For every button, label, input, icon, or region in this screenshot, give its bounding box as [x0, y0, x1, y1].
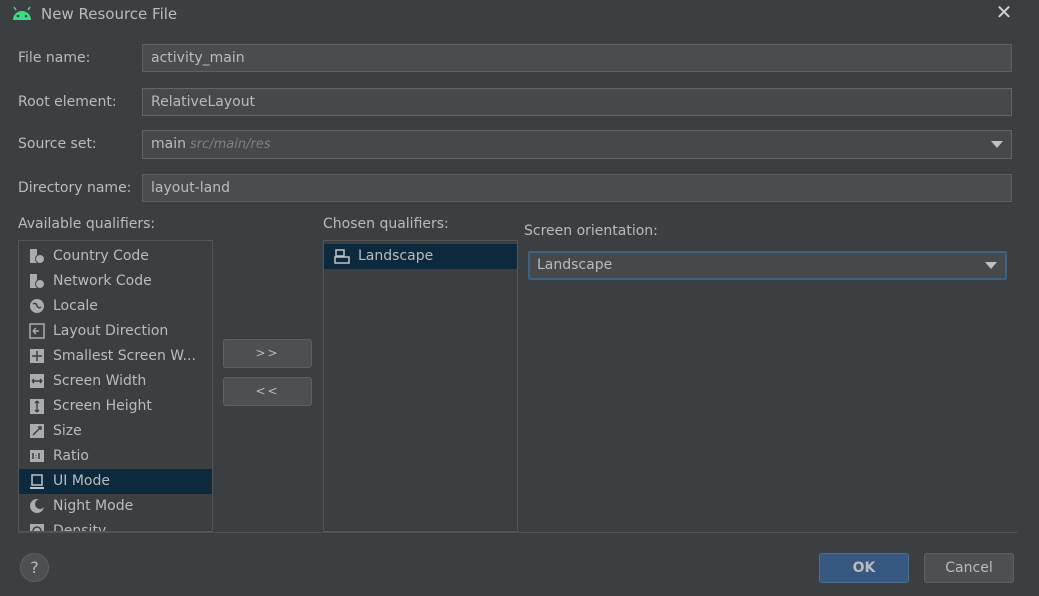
screen-orientation-value: Landscape: [537, 257, 613, 273]
android-icon: [11, 4, 33, 24]
qualifier-ui-mode[interactable]: UI Mode: [19, 469, 212, 494]
qualifier-layout-direction[interactable]: Layout Direction: [19, 319, 212, 344]
source-set-label: Source set:: [18, 136, 97, 152]
network-code-icon: [29, 273, 45, 290]
cancel-button[interactable]: Cancel: [924, 553, 1014, 583]
ui-mode-icon: [29, 473, 45, 490]
close-icon: ✕: [995, 0, 1013, 24]
density-icon: [29, 523, 45, 531]
file-name-field[interactable]: activity_main: [142, 44, 1012, 72]
source-set-value: main: [151, 136, 186, 152]
chevron-down-icon: [985, 262, 997, 269]
available-qualifiers-list[interactable]: Country Code Network Code Locale Layout …: [18, 240, 213, 532]
directory-name-label: Directory name:: [18, 180, 132, 196]
qualifier-screen-height[interactable]: Screen Height: [19, 394, 212, 419]
night-mode-icon: [29, 498, 45, 515]
landscape-icon: [334, 248, 350, 265]
qualifier-network-code[interactable]: Network Code: [19, 269, 212, 294]
chosen-qualifiers-list[interactable]: Landscape: [323, 240, 518, 532]
title-bar: New Resource File ✕: [0, 0, 1039, 28]
source-set-dropdown[interactable]: main src/main/res: [142, 130, 1012, 159]
close-button[interactable]: ✕: [990, 0, 1018, 26]
ok-button[interactable]: OK: [819, 553, 909, 583]
layout-direction-icon: [29, 323, 45, 340]
footer-divider: [18, 532, 1018, 533]
file-name-label: File name:: [18, 50, 91, 66]
available-qualifiers-label: Available qualifiers:: [18, 216, 156, 232]
qualifier-screen-width[interactable]: Screen Width: [19, 369, 212, 394]
globe-icon: [29, 298, 45, 315]
screen-orientation-label: Screen orientation:: [524, 223, 658, 239]
chosen-qualifiers-label: Chosen qualifiers:: [323, 216, 449, 232]
root-element-value: RelativeLayout: [151, 94, 256, 110]
add-qualifier-button[interactable]: >>: [223, 339, 312, 368]
qualifier-locale[interactable]: Locale: [19, 294, 212, 319]
root-element-label: Root element:: [18, 94, 117, 110]
directory-name-value: layout-land: [151, 180, 230, 196]
screen-width-icon: [29, 373, 45, 390]
remove-qualifier-button[interactable]: <<: [223, 377, 312, 406]
root-element-field[interactable]: RelativeLayout: [142, 88, 1012, 116]
qualifier-smallest-screen-width[interactable]: Smallest Screen W...: [19, 344, 212, 369]
qualifier-density[interactable]: Density: [19, 519, 212, 531]
file-name-value: activity_main: [151, 50, 245, 66]
chevron-down-icon: [991, 141, 1003, 148]
screen-height-icon: [29, 398, 45, 415]
source-set-hint: src/main/res: [189, 137, 271, 152]
qualifier-night-mode[interactable]: Night Mode: [19, 494, 212, 519]
qualifier-size[interactable]: Size: [19, 419, 212, 444]
help-button[interactable]: ?: [20, 553, 49, 582]
ratio-icon: [29, 448, 45, 465]
dialog-title: New Resource File: [41, 5, 178, 23]
smallest-screen-icon: [29, 348, 45, 365]
directory-name-field[interactable]: layout-land: [142, 174, 1012, 202]
chosen-qualifier-landscape[interactable]: Landscape: [324, 244, 517, 269]
size-icon: [29, 423, 45, 440]
qualifier-country-code[interactable]: Country Code: [19, 244, 212, 269]
country-code-icon: [29, 248, 45, 265]
qualifier-ratio[interactable]: Ratio: [19, 444, 212, 469]
screen-orientation-dropdown[interactable]: Landscape: [528, 251, 1007, 280]
